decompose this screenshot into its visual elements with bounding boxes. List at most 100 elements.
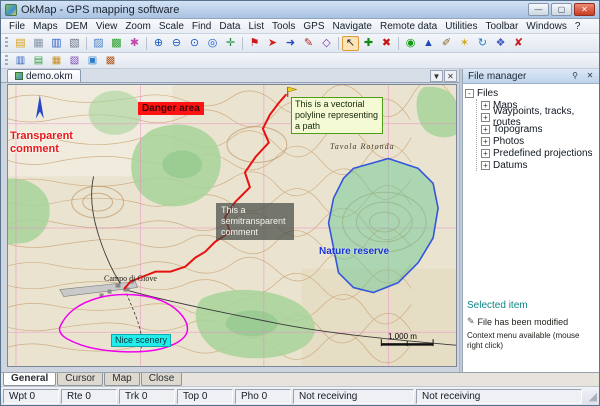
content-area: demo.okm ▼ ✕: [1, 69, 599, 372]
tree-item-photos[interactable]: + Photos: [481, 135, 597, 147]
tab-list-dropdown-icon[interactable]: ▼: [430, 70, 443, 82]
menu-data[interactable]: Data: [215, 21, 244, 32]
map-list-icon[interactable]: ▤: [30, 54, 47, 67]
status-topograms: Top 0: [177, 389, 233, 404]
find-icon[interactable]: ✶: [456, 36, 473, 51]
tree-item-waypoints-tracks-routes[interactable]: + Waypoints, tracks, routes: [481, 111, 597, 123]
pin-icon[interactable]: ⚲: [569, 71, 581, 82]
menu-maps[interactable]: Maps: [29, 21, 61, 32]
transparent-comment-label[interactable]: Transparent comment: [10, 130, 94, 156]
danger-area-label[interactable]: Danger area: [138, 102, 204, 115]
select-icon[interactable]: ↖: [342, 36, 359, 51]
tab-close-icon[interactable]: ✕: [444, 70, 457, 82]
menu-gps[interactable]: GPS: [299, 21, 328, 32]
zoom-out-icon[interactable]: ⊖: [168, 36, 185, 51]
menu-dem[interactable]: DEM: [62, 21, 92, 32]
track-icon[interactable]: ➤: [264, 36, 281, 51]
close-map-icon[interactable]: ▦: [30, 36, 47, 51]
status-routes: Rte 0: [61, 389, 117, 404]
menu-tools[interactable]: Tools: [268, 21, 299, 32]
trackpoints-icon[interactable]: ▧: [66, 54, 83, 67]
menu-navigate[interactable]: Navigate: [329, 21, 376, 32]
area-icon[interactable]: ◇: [318, 36, 335, 51]
comment-icon[interactable]: ✎: [300, 36, 317, 51]
tab-general[interactable]: General: [3, 373, 56, 386]
file-manager-body: - Files + Maps + Waypoints, tracks, rout…: [463, 84, 599, 372]
layers-icon[interactable]: ❖: [492, 36, 509, 51]
zoom-in-icon[interactable]: ⊕: [150, 36, 167, 51]
collapse-icon[interactable]: -: [465, 89, 474, 98]
toolbar-grip[interactable]: [5, 55, 8, 67]
tab-map[interactable]: Map: [104, 373, 139, 386]
menu-utilities[interactable]: Utilities: [441, 21, 481, 32]
semitransparent-comment-label[interactable]: This a semitransparent comment: [216, 203, 294, 240]
peak-name-label: Tavola Rotonda: [330, 142, 395, 151]
status-gps-receive: Not receiving: [293, 389, 414, 404]
menu-file[interactable]: File: [5, 21, 29, 32]
modified-pencil-icon: ✎: [467, 316, 475, 327]
toolbar-separator: [86, 37, 87, 50]
image-icon[interactable]: ▩: [108, 36, 125, 51]
palette-icon[interactable]: ✱: [126, 36, 143, 51]
menu-view[interactable]: View: [92, 21, 122, 32]
print-icon[interactable]: ▧: [66, 36, 83, 51]
bottom-tab-strip: General Cursor Map Close: [1, 372, 599, 386]
document-tab-strip: demo.okm ▼ ✕: [1, 69, 459, 83]
close-button[interactable]: ✕: [574, 3, 595, 16]
copy-icon[interactable]: ▨: [90, 36, 107, 51]
menu-toolbar[interactable]: Toolbar: [481, 21, 522, 32]
expand-icon[interactable]: +: [481, 161, 490, 170]
waypoint-icon[interactable]: ⚑: [246, 36, 263, 51]
refresh-icon[interactable]: ↻: [474, 36, 491, 51]
route-icon[interactable]: ➜: [282, 36, 299, 51]
pan-icon[interactable]: ✛: [222, 36, 239, 51]
file-manager-icon[interactable]: ▥: [12, 54, 29, 67]
save-icon[interactable]: ▥: [48, 36, 65, 51]
status-photos: Pho 0: [235, 389, 291, 404]
panel-close-icon[interactable]: ✕: [584, 71, 596, 82]
compass-icon[interactable]: ▲: [420, 36, 437, 51]
expand-icon[interactable]: +: [481, 137, 490, 146]
menu-list[interactable]: List: [244, 21, 268, 32]
document-tab-demo[interactable]: demo.okm: [7, 69, 81, 82]
expand-icon[interactable]: +: [481, 113, 490, 122]
resize-grip[interactable]: ◢: [584, 390, 597, 403]
tab-close[interactable]: Close: [141, 373, 183, 386]
add-point-icon[interactable]: ✚: [360, 36, 377, 51]
tab-cursor[interactable]: Cursor: [57, 373, 103, 386]
gps-position-icon[interactable]: ◉: [402, 36, 419, 51]
app-icon: [5, 4, 17, 16]
secondary-toolbar: ▥ ▤ ▦ ▧ ▣ ▩: [1, 53, 599, 69]
menu-find[interactable]: Find: [188, 21, 215, 32]
file-manager-title: File manager: [468, 71, 566, 82]
map-preview-icon[interactable]: ▦: [48, 54, 65, 67]
open-map-icon[interactable]: ▤: [12, 36, 29, 51]
zoom-1-1-icon[interactable]: ⊙: [186, 36, 203, 51]
polyline-callout-label[interactable]: This is a vectorial polyline representin…: [291, 97, 383, 134]
expand-icon[interactable]: +: [481, 125, 490, 134]
expand-icon[interactable]: +: [481, 149, 490, 158]
toolbar-separator: [242, 37, 243, 50]
menu-windows[interactable]: Windows: [522, 21, 571, 32]
exit-icon[interactable]: ✘: [510, 36, 527, 51]
tree-item-files[interactable]: - Files: [465, 87, 597, 99]
minimize-button[interactable]: —: [528, 3, 549, 16]
measure-icon[interactable]: ✐: [438, 36, 455, 51]
delete-icon[interactable]: ✖: [378, 36, 395, 51]
menu-remote-data[interactable]: Remote data: [376, 21, 441, 32]
tree-item-predefined-projections[interactable]: + Predefined projections: [481, 147, 597, 159]
menu-scale[interactable]: Scale: [155, 21, 188, 32]
expand-icon[interactable]: +: [481, 101, 490, 110]
mdi-area: demo.okm ▼ ✕: [1, 69, 459, 372]
menu-help[interactable]: ?: [571, 21, 585, 32]
nice-scenery-label[interactable]: Nice scenery: [111, 334, 171, 347]
toolbar-grip[interactable]: [5, 37, 8, 49]
maximize-button[interactable]: ▢: [551, 3, 572, 16]
tree-item-datums[interactable]: + Datums: [481, 159, 597, 171]
cascade-windows-icon[interactable]: ▩: [102, 54, 119, 67]
tile-windows-icon[interactable]: ▣: [84, 54, 101, 67]
zoom-fit-icon[interactable]: ◎: [204, 36, 221, 51]
nature-reserve-label[interactable]: Nature reserve: [319, 246, 389, 257]
map-viewport[interactable]: Danger area Transparent comment This is …: [7, 84, 457, 367]
menu-zoom[interactable]: Zoom: [121, 21, 155, 32]
